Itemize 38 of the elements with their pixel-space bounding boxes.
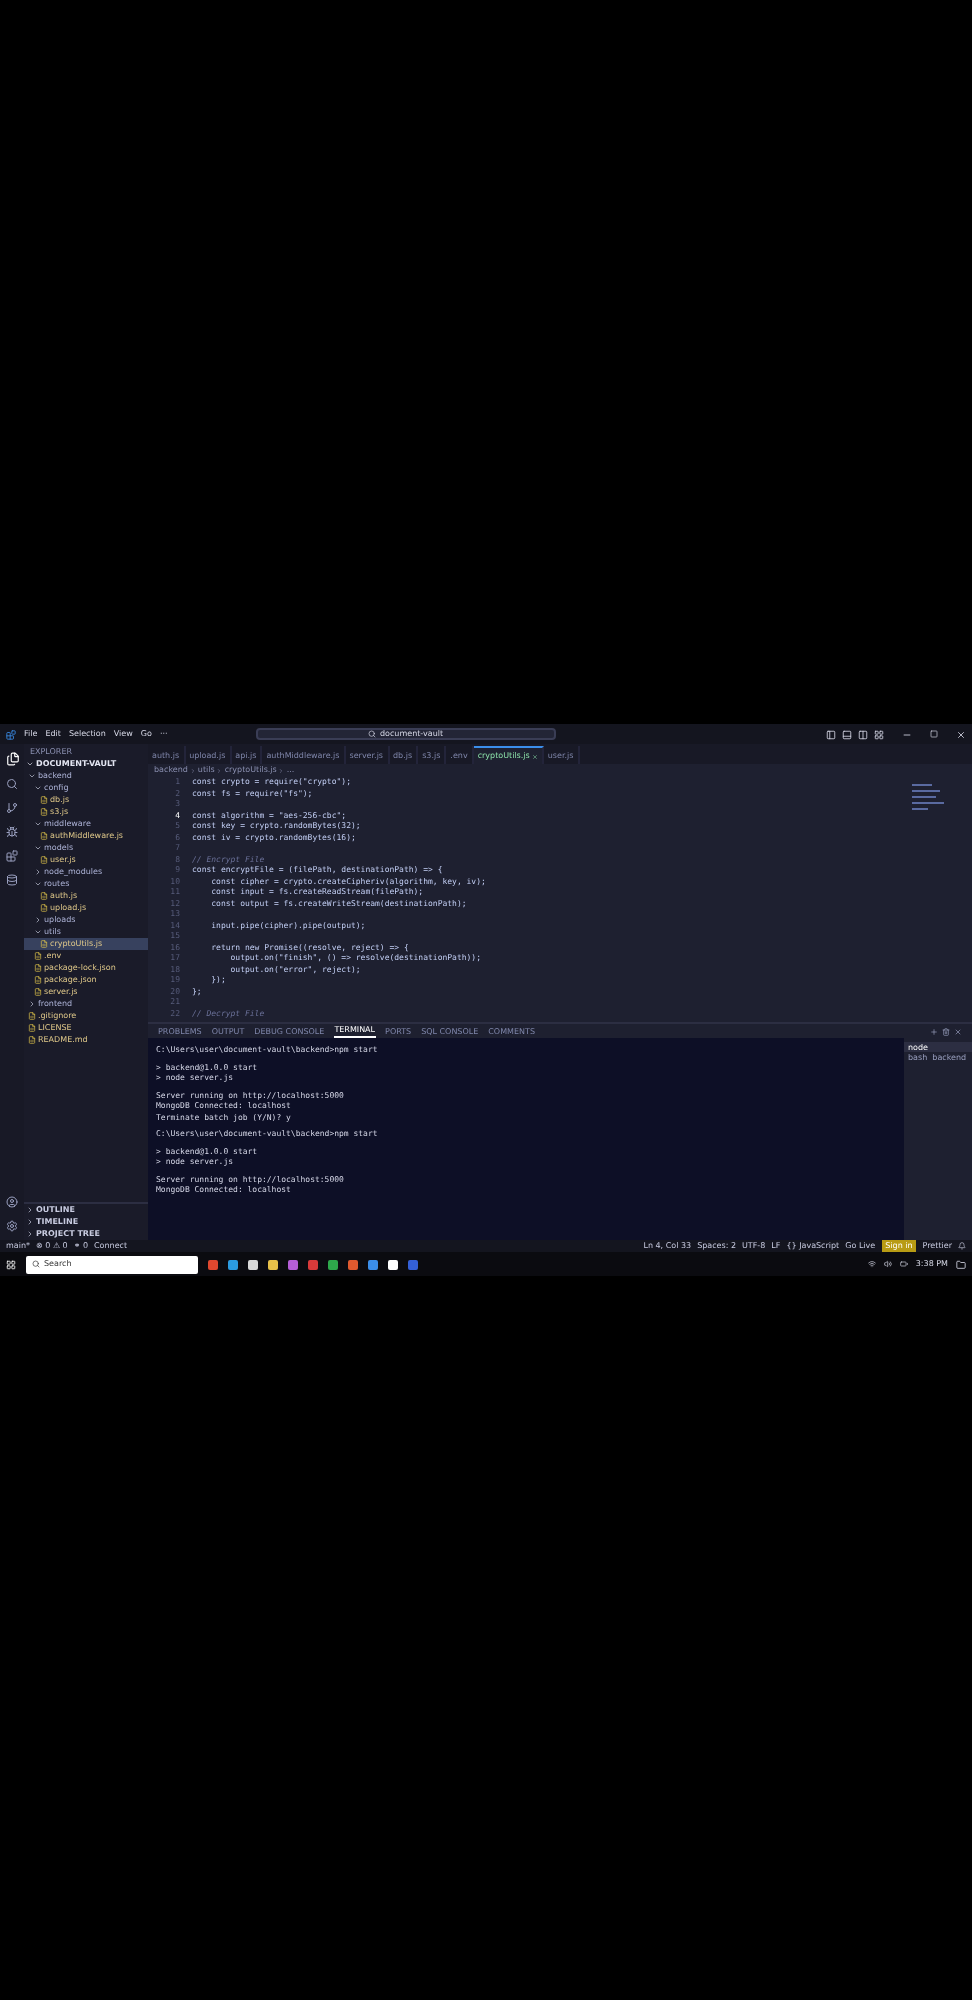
wifi-icon[interactable] [867, 1260, 876, 1268]
battery-icon[interactable] [899, 1260, 908, 1268]
split-icon[interactable] [858, 729, 868, 739]
file-icon [40, 832, 48, 840]
volume-icon[interactable] [883, 1260, 892, 1268]
branch-icon[interactable] [6, 802, 18, 814]
sidebar-toggle-icon[interactable] [826, 729, 836, 739]
minimize-icon[interactable] [902, 729, 912, 739]
file-icon [28, 1024, 36, 1032]
start-icon[interactable] [6, 1259, 16, 1269]
panel-toggle-icon[interactable] [842, 729, 852, 739]
trash-icon[interactable] [942, 1027, 950, 1035]
file-icon [40, 796, 48, 804]
extensions-icon[interactable] [6, 850, 18, 862]
file-icon [40, 904, 48, 912]
bug-icon[interactable] [6, 826, 18, 838]
file-icon [40, 940, 48, 948]
file-icon [34, 976, 42, 984]
file-icon [28, 1036, 36, 1044]
maximize-icon[interactable] [930, 730, 938, 738]
settings-icon[interactable] [6, 1220, 18, 1232]
file-icon [34, 964, 42, 972]
file-icon [40, 892, 48, 900]
bell-icon[interactable] [958, 1242, 966, 1250]
search-icon [367, 730, 376, 738]
file-icon [40, 808, 48, 816]
search-icon [32, 1260, 40, 1268]
file-icon [34, 988, 42, 996]
file-icon [34, 952, 42, 960]
database-icon[interactable] [6, 874, 18, 886]
account-icon[interactable] [6, 1196, 18, 1208]
search-icon[interactable] [6, 778, 18, 790]
explorer-icon[interactable] [5, 752, 19, 766]
minimap [912, 784, 944, 810]
file-icon [40, 856, 48, 864]
app-logo-icon [6, 729, 16, 739]
file-icon [28, 1012, 36, 1020]
layout-icon[interactable] [874, 729, 884, 739]
